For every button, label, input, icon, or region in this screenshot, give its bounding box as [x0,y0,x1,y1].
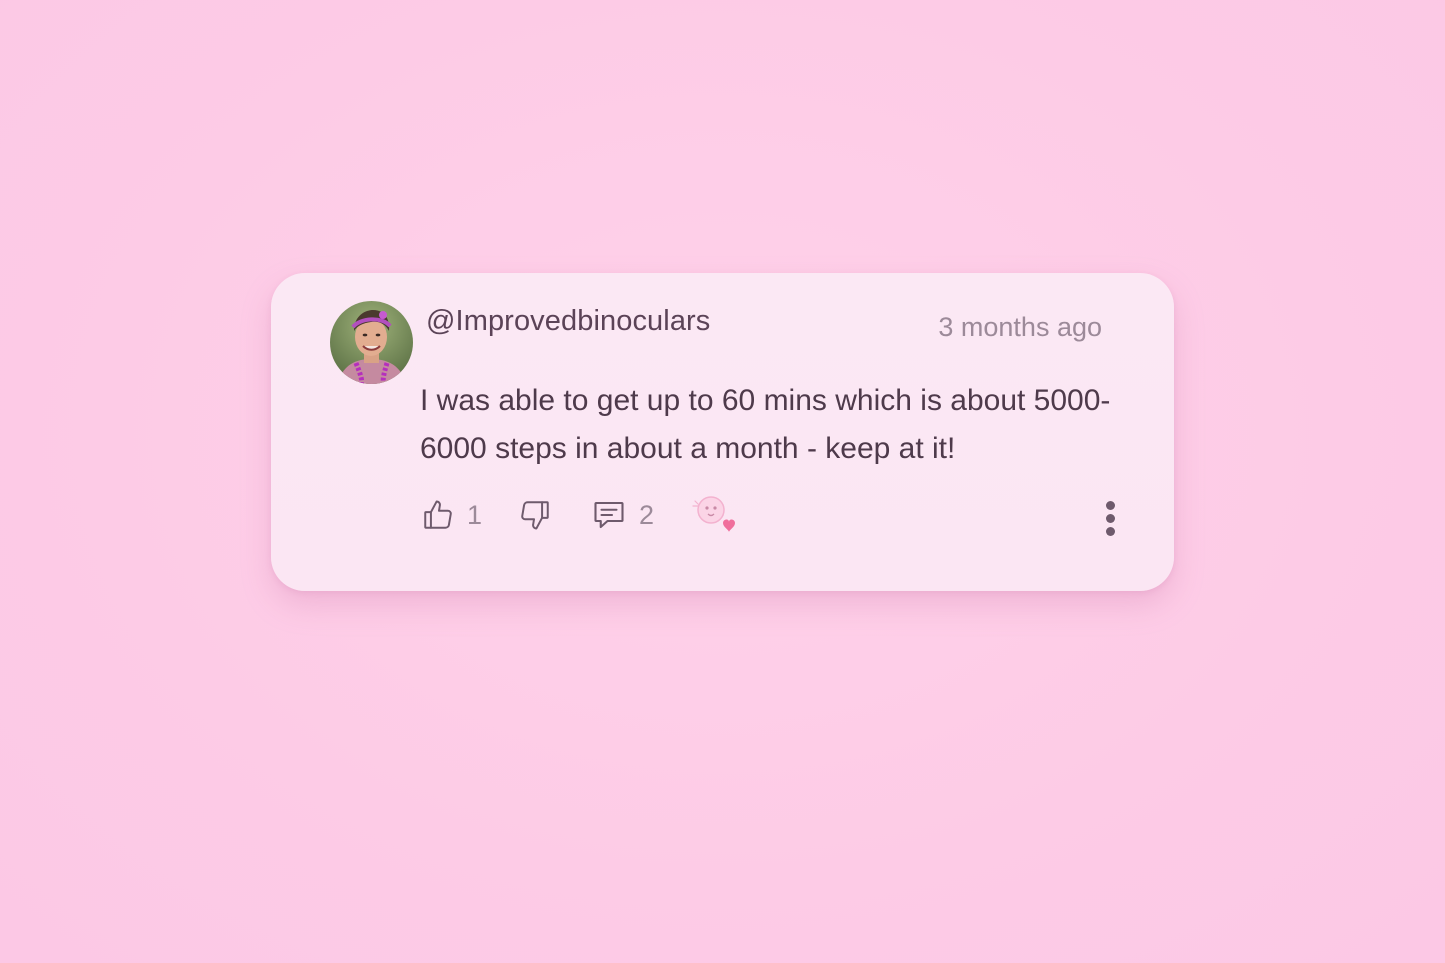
comment-card: @Improvedbinoculars 3 months ago I was a… [271,273,1174,591]
reply-count: 2 [639,499,655,530]
thumbs-up-icon [421,498,455,532]
thumbs-down-icon [518,498,552,532]
more-vertical-icon [1102,501,1118,536]
reply-button[interactable]: 2 [591,493,654,537]
dislike-button[interactable] [518,493,552,537]
heart-sticker-icon [689,490,745,536]
like-button[interactable]: 1 [421,493,482,537]
comment-icon [591,497,627,533]
like-count: 1 [467,499,483,530]
avatar[interactable] [330,301,413,384]
sticker-button[interactable] [689,491,745,535]
comment-timestamp[interactable]: 3 months ago [938,312,1102,343]
more-options-button[interactable] [1102,501,1118,541]
comment-text: I was able to get up to 60 mins which is… [420,384,1111,465]
comment-author[interactable]: @Improvedbinoculars [426,305,710,338]
page-background: @Improvedbinoculars 3 months ago I was a… [0,0,1445,963]
avatar-image [330,301,413,384]
comment-actions: 1 2 [421,493,1121,543]
